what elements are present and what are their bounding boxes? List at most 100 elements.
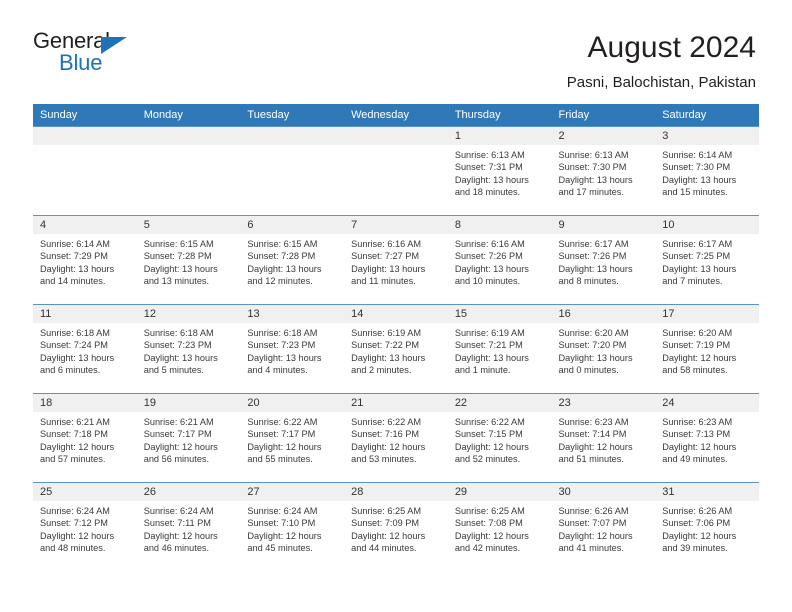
sunset-text: Sunset: 7:26 PM bbox=[454, 251, 523, 262]
day-number: 27 bbox=[240, 483, 345, 501]
sunset-text: Sunset: 7:25 PM bbox=[662, 251, 731, 262]
sunrise-text: Sunrise: 6:23 AM bbox=[662, 417, 733, 427]
day-details: Sunrise: 6:25 AM Sunset: 7:09 PM Daylight:… bbox=[344, 501, 448, 554]
calendar-day-cell[interactable]: 19 Sunrise: 6:21 AM Sunset: 7:17 PM Dayligh… bbox=[136, 393, 241, 483]
day-details: Sunrise: 6:22 AM Sunset: 7:17 PM Daylight:… bbox=[240, 412, 344, 465]
calendar-day-cell[interactable]: 30 Sunrise: 6:26 AM Sunset: 7:07 PM Dayligh… bbox=[551, 482, 656, 572]
calendar-day-cell[interactable]: 24 Sunrise: 6:23 AM Sunset: 7:13 PM Dayligh… bbox=[655, 393, 759, 483]
daylight-text-line2: and 42 minutes. bbox=[454, 542, 521, 553]
day-number: 31 bbox=[655, 483, 759, 501]
calendar-day-cell[interactable]: 27 Sunrise: 6:24 AM Sunset: 7:10 PM Dayligh… bbox=[240, 482, 345, 572]
sunrise-text: Sunrise: 6:23 AM bbox=[558, 417, 629, 427]
calendar-day-cell[interactable]: 9 Sunrise: 6:17 AM Sunset: 7:26 PM Daylight… bbox=[551, 215, 656, 305]
calendar-day-cell[interactable]: 17 Sunrise: 6:20 AM Sunset: 7:19 PM Dayligh… bbox=[655, 304, 759, 394]
day-details: Sunrise: 6:17 AM Sunset: 7:26 PM Daylight:… bbox=[552, 234, 656, 287]
daylight-text-line1: Daylight: 12 hours bbox=[351, 441, 426, 452]
day-number: 20 bbox=[240, 394, 345, 412]
calendar-day-cell[interactable]: 7 Sunrise: 6:16 AM Sunset: 7:27 PM Daylight… bbox=[344, 215, 448, 305]
day-number: 5 bbox=[136, 216, 241, 234]
daylight-text-line1: Daylight: 13 hours bbox=[247, 352, 322, 363]
daylight-text-line1: Daylight: 13 hours bbox=[662, 174, 737, 185]
sunset-text: Sunset: 7:23 PM bbox=[247, 340, 316, 351]
daylight-text-line2: and 6 minutes. bbox=[40, 364, 101, 375]
calendar-day-cell-empty bbox=[240, 126, 345, 216]
general-blue-logo[interactable]: General Blue bbox=[33, 28, 138, 76]
calendar-day-cell[interactable]: 10 Sunrise: 6:17 AM Sunset: 7:25 PM Dayligh… bbox=[655, 215, 759, 305]
day-number: 29 bbox=[447, 483, 552, 501]
sunrise-text: Sunrise: 6:18 AM bbox=[143, 328, 214, 338]
sunrise-text: Sunrise: 6:18 AM bbox=[247, 328, 318, 338]
calendar-day-cell[interactable]: 1 Sunrise: 6:13 AM Sunset: 7:31 PM Daylight… bbox=[447, 126, 552, 216]
daylight-text-line1: Daylight: 13 hours bbox=[662, 263, 737, 274]
sunrise-text: Sunrise: 6:24 AM bbox=[40, 506, 110, 516]
daylight-text-line1: Daylight: 12 hours bbox=[454, 530, 529, 541]
daylight-text-line2: and 48 minutes. bbox=[40, 542, 106, 553]
calendar-day-cell[interactable]: 16 Sunrise: 6:20 AM Sunset: 7:20 PM Dayligh… bbox=[551, 304, 656, 394]
sunrise-text: Sunrise: 6:24 AM bbox=[247, 506, 318, 516]
daylight-text-line2: and 56 minutes. bbox=[143, 453, 210, 464]
daylight-text-line2: and 58 minutes. bbox=[662, 364, 728, 375]
day-number bbox=[33, 127, 137, 145]
daylight-text-line2: and 11 minutes. bbox=[351, 275, 416, 286]
calendar-day-cell[interactable]: 26 Sunrise: 6:24 AM Sunset: 7:11 PM Dayligh… bbox=[136, 482, 241, 572]
daylight-text-line1: Daylight: 13 hours bbox=[247, 263, 322, 274]
calendar-day-cell[interactable]: 11 Sunrise: 6:18 AM Sunset: 7:24 PM Dayligh… bbox=[33, 304, 137, 394]
day-number: 18 bbox=[33, 394, 137, 412]
day-details: Sunrise: 6:16 AM Sunset: 7:27 PM Daylight:… bbox=[344, 234, 448, 287]
calendar-day-cell[interactable]: 25 Sunrise: 6:24 AM Sunset: 7:12 PM Dayligh… bbox=[33, 482, 137, 572]
calendar-day-cell[interactable]: 13 Sunrise: 6:18 AM Sunset: 7:23 PM Dayligh… bbox=[240, 304, 345, 394]
calendar-day-cell[interactable]: 14 Sunrise: 6:19 AM Sunset: 7:22 PM Dayligh… bbox=[344, 304, 448, 394]
sunset-text: Sunset: 7:18 PM bbox=[40, 429, 108, 440]
calendar-day-cell[interactable]: 12 Sunrise: 6:18 AM Sunset: 7:23 PM Dayligh… bbox=[136, 304, 241, 394]
calendar-day-cell[interactable]: 8 Sunrise: 6:16 AM Sunset: 7:26 PM Daylight… bbox=[447, 215, 552, 305]
calendar-day-cell[interactable]: 22 Sunrise: 6:22 AM Sunset: 7:15 PM Dayligh… bbox=[447, 393, 552, 483]
calendar-day-cell[interactable]: 31 Sunrise: 6:26 AM Sunset: 7:06 PM Dayligh… bbox=[655, 482, 759, 572]
day-number: 17 bbox=[655, 305, 759, 323]
calendar-table: Sunday Monday Tuesday Wednesday Thursday Frid… bbox=[33, 104, 759, 572]
day-details: Sunrise: 6:22 AM Sunset: 7:16 PM Daylight:… bbox=[344, 412, 448, 465]
sunset-text: Sunset: 7:17 PM bbox=[143, 429, 212, 440]
sunrise-text: Sunrise: 6:16 AM bbox=[454, 239, 525, 249]
daylight-text-line2: and 13 minutes. bbox=[143, 275, 210, 286]
page-subtitle: Pasni, Balochistan, Pakistan bbox=[566, 74, 756, 91]
calendar-day-cell[interactable]: 18 Sunrise: 6:21 AM Sunset: 7:18 PM Dayligh… bbox=[33, 393, 137, 483]
day-number: 24 bbox=[655, 394, 759, 412]
day-number: 15 bbox=[447, 305, 552, 323]
daylight-text-line2: and 0 minutes. bbox=[558, 364, 619, 375]
daylight-text-line1: Daylight: 12 hours bbox=[247, 530, 322, 541]
sunrise-text: Sunrise: 6:17 AM bbox=[662, 239, 733, 249]
calendar-week-row: 1 Sunrise: 6:13 AM Sunset: 7:31 PM Daylight… bbox=[33, 126, 759, 216]
calendar-day-cell[interactable]: 15 Sunrise: 6:19 AM Sunset: 7:21 PM Dayligh… bbox=[447, 304, 552, 394]
day-details: Sunrise: 6:26 AM Sunset: 7:07 PM Daylight:… bbox=[552, 501, 656, 554]
calendar-day-cell[interactable]: 28 Sunrise: 6:25 AM Sunset: 7:09 PM Dayligh… bbox=[344, 482, 448, 572]
daylight-text-line2: and 53 minutes. bbox=[351, 453, 417, 464]
sunset-text: Sunset: 7:24 PM bbox=[40, 340, 108, 351]
calendar-day-cell[interactable]: 21 Sunrise: 6:22 AM Sunset: 7:16 PM Dayligh… bbox=[344, 393, 448, 483]
daylight-text-line2: and 44 minutes. bbox=[351, 542, 417, 553]
calendar-day-cell[interactable]: 4 Sunrise: 6:14 AM Sunset: 7:29 PM Daylight… bbox=[33, 215, 137, 305]
calendar-day-cell[interactable]: 6 Sunrise: 6:15 AM Sunset: 7:28 PM Daylight… bbox=[240, 215, 345, 305]
calendar-day-cell[interactable]: 23 Sunrise: 6:23 AM Sunset: 7:14 PM Dayligh… bbox=[551, 393, 656, 483]
calendar-day-cell-empty bbox=[33, 126, 137, 216]
sunrise-text: Sunrise: 6:13 AM bbox=[558, 150, 629, 160]
daylight-text-line1: Daylight: 13 hours bbox=[351, 263, 426, 274]
day-number: 16 bbox=[551, 305, 656, 323]
daylight-text-line1: Daylight: 13 hours bbox=[40, 263, 115, 274]
calendar-day-cell[interactable]: 3 Sunrise: 6:14 AM Sunset: 7:30 PM Daylight… bbox=[655, 126, 759, 216]
calendar-page: General Blue August 2024 Pasni, Balochis… bbox=[0, 0, 792, 612]
daylight-text-line1: Daylight: 12 hours bbox=[662, 352, 737, 363]
day-number: 22 bbox=[447, 394, 552, 412]
calendar-day-cell[interactable]: 5 Sunrise: 6:15 AM Sunset: 7:28 PM Daylight… bbox=[136, 215, 241, 305]
sunrise-text: Sunrise: 6:22 AM bbox=[247, 417, 318, 427]
calendar-day-cell[interactable]: 29 Sunrise: 6:25 AM Sunset: 7:08 PM Dayligh… bbox=[447, 482, 552, 572]
sunset-text: Sunset: 7:11 PM bbox=[143, 518, 211, 529]
day-number: 2 bbox=[551, 127, 656, 145]
day-details: Sunrise: 6:18 AM Sunset: 7:23 PM Daylight:… bbox=[137, 323, 241, 376]
calendar-day-cell[interactable]: 2 Sunrise: 6:13 AM Sunset: 7:30 PM Daylight… bbox=[551, 126, 656, 216]
day-number: 28 bbox=[344, 483, 448, 501]
sunrise-text: Sunrise: 6:14 AM bbox=[662, 150, 733, 160]
calendar-day-cell[interactable]: 20 Sunrise: 6:22 AM Sunset: 7:17 PM Dayligh… bbox=[240, 393, 345, 483]
day-details: Sunrise: 6:24 AM Sunset: 7:11 PM Daylight:… bbox=[137, 501, 241, 554]
calendar-week-row: 4 Sunrise: 6:14 AM Sunset: 7:29 PM Daylight… bbox=[33, 215, 759, 305]
day-details: Sunrise: 6:21 AM Sunset: 7:18 PM Daylight:… bbox=[33, 412, 137, 465]
